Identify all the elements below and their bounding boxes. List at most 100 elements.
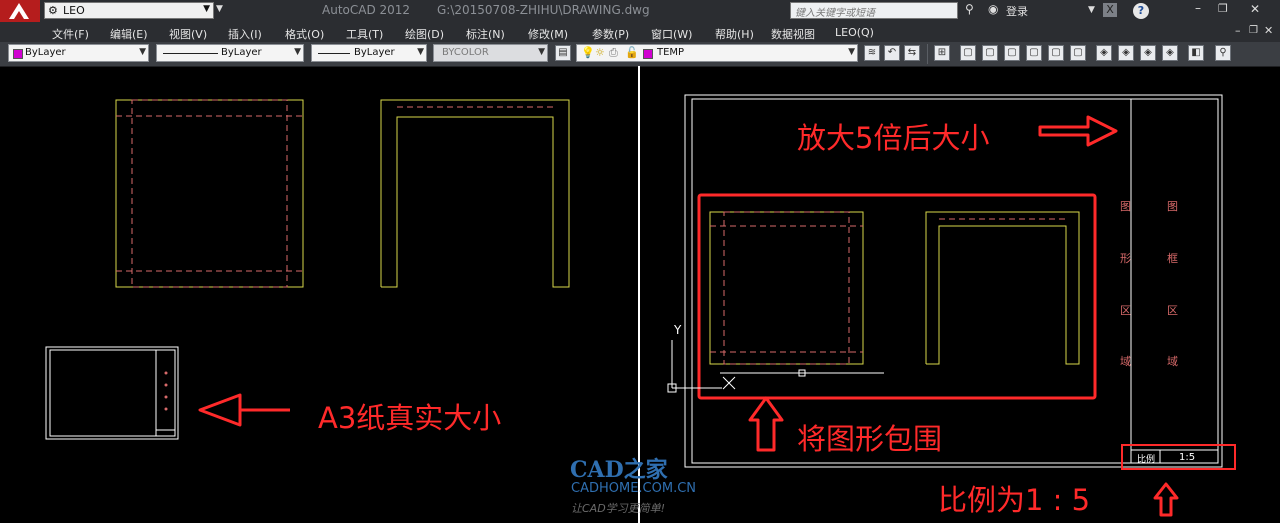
iso-se-icon[interactable]: ◈ <box>1118 45 1134 61</box>
chevron-down-icon: ▼ <box>848 47 855 57</box>
doc-restore-icon[interactable]: ❐ <box>1249 25 1258 36</box>
view-left-icon[interactable]: ▢ <box>1004 45 1020 61</box>
ucs-icon <box>667 340 722 393</box>
titleblock-col1-0: 图 <box>1120 200 1131 213</box>
menu-item-modify[interactable]: 修改(M) <box>528 26 568 42</box>
titleblock-col2-1: 框 <box>1167 252 1178 265</box>
view-back-icon[interactable]: ▢ <box>1070 45 1086 61</box>
chevron-down-icon: ▼ <box>294 47 301 57</box>
sun-icon: ☼ <box>595 46 605 59</box>
lock-icon: 🔓 <box>625 46 639 59</box>
doc-close-icon[interactable]: ✕ <box>1264 24 1273 37</box>
lineweight-sample <box>318 53 350 54</box>
named-views-icon[interactable]: ⊞ <box>934 45 950 61</box>
scale-value: 1:5 <box>1179 452 1196 463</box>
linetype-value: ByLayer <box>221 47 262 58</box>
titleblock-col1-2: 区 <box>1120 304 1131 317</box>
menu-item-format[interactable]: 格式(O) <box>285 26 324 42</box>
app-menu-button[interactable] <box>0 0 40 22</box>
lineweight-value: ByLayer <box>354 47 395 58</box>
ucs-y-label: Y <box>674 323 682 337</box>
color-value: ByLayer <box>25 47 66 58</box>
iso-sw-icon[interactable]: ◈ <box>1096 45 1112 61</box>
layer-manager-icon[interactable]: ▤ <box>555 45 571 61</box>
search-input[interactable]: 键入关键字或短语 <box>790 2 958 19</box>
scaled-square-shape <box>709 211 864 365</box>
color-swatch <box>13 49 23 59</box>
title-bar: ⚙ LEO ▼ ▼ AutoCAD 2012 G:\20150708-ZHIHU… <box>0 0 1280 22</box>
menu-item-edit[interactable]: 编辑(E) <box>110 26 148 42</box>
autocad-logo-icon <box>9 3 29 19</box>
watermark-slogan: 让CAD学习更简单! <box>571 502 666 515</box>
chevron-down-icon: ▼ <box>203 4 210 14</box>
zoom-icon[interactable]: ⚲ <box>1215 45 1231 61</box>
watermark-url: CADHOME.COM.CN <box>571 481 697 496</box>
menu-item-leo[interactable]: LEO(Q) <box>835 26 874 39</box>
make-current-layer-icon[interactable]: ≋ <box>864 45 880 61</box>
label-enclose: 将图形包围 <box>797 422 943 456</box>
plotstyle-combo[interactable]: BYCOLOR ▼ <box>433 44 548 62</box>
label-ratio: 比例为1 : 5 <box>938 483 1091 517</box>
workspace-label: LEO <box>63 4 85 17</box>
layer-previous-icon[interactable]: ↶ <box>884 45 900 61</box>
arrow-left-a3 <box>198 393 290 427</box>
layer-color-swatch <box>643 49 653 59</box>
scaled-u-shape <box>925 211 1080 365</box>
linetype-combo[interactable]: ByLayer ▼ <box>156 44 304 62</box>
menu-item-tools[interactable]: 工具(T) <box>346 26 383 42</box>
titleblock-col2-3: 域 <box>1167 355 1178 368</box>
menu-item-params[interactable]: 参数(P) <box>592 26 629 42</box>
arrow-up-ratio <box>1153 482 1179 517</box>
menu-item-file[interactable]: 文件(F) <box>52 26 89 42</box>
view-front-icon[interactable]: ▢ <box>1048 45 1064 61</box>
scale-label: 比例 <box>1137 455 1156 465</box>
label-enlarge: 放大5倍后大小 <box>797 121 990 155</box>
view-top-icon[interactable]: ▢ <box>960 45 976 61</box>
qat-dropdown-icon[interactable]: ▼ <box>216 4 223 14</box>
gear-icon: ⚙ <box>48 4 58 17</box>
exchange-icon[interactable]: X <box>1103 3 1117 17</box>
view-right-icon[interactable]: ▢ <box>1026 45 1042 61</box>
watermark-logo: CAD之家 <box>570 457 668 483</box>
menu-item-dataview[interactable]: 数据视图 <box>771 26 815 42</box>
arrow-right-enlarge <box>1038 115 1118 147</box>
menu-item-window[interactable]: 窗口(W) <box>651 26 692 42</box>
user-icon[interactable]: ◉ <box>988 2 998 16</box>
layer-value: TEMP <box>657 47 685 58</box>
doc-minimize-icon[interactable]: – <box>1235 24 1241 37</box>
menu-item-insert[interactable]: 插入(I) <box>228 26 262 42</box>
menu-item-dimension[interactable]: 标注(N) <box>466 26 505 42</box>
color-combo[interactable]: ByLayer ▼ <box>8 44 149 62</box>
lightbulb-icon: 💡 <box>581 46 595 59</box>
iso-ne-icon[interactable]: ◈ <box>1140 45 1156 61</box>
toolbar-separator <box>927 44 928 64</box>
iso-nw-icon[interactable]: ◈ <box>1162 45 1178 61</box>
model-u-shape <box>380 99 570 288</box>
workspace-combo[interactable]: ⚙ LEO ▼ <box>44 2 214 19</box>
minimize-icon[interactable]: – <box>1195 1 1201 15</box>
file-path: G:\20150708-ZHIHU\DRAWING.dwg <box>437 3 650 17</box>
camera-icon[interactable]: ◧ <box>1188 45 1204 61</box>
binoculars-icon[interactable]: ⚲ <box>965 2 974 16</box>
layer-combo[interactable]: 💡 ☼ ⎙ 🔓 TEMP ▼ <box>576 44 858 62</box>
restore-icon[interactable]: ❐ <box>1218 2 1228 15</box>
login-label[interactable]: 登录 <box>1006 3 1028 19</box>
layer-print-icon: ⎙ <box>609 46 618 59</box>
titleblock-col1-1: 形 <box>1120 252 1131 265</box>
help-button[interactable]: ? <box>1133 3 1149 19</box>
linetype-sample <box>163 53 218 54</box>
lineweight-combo[interactable]: ByLayer ▼ <box>311 44 427 62</box>
menu-item-view[interactable]: 视图(V) <box>169 26 207 42</box>
view-bottom-icon[interactable]: ▢ <box>982 45 998 61</box>
close-icon[interactable]: ✕ <box>1250 2 1260 16</box>
titleblock-col2-2: 区 <box>1167 304 1178 317</box>
menu-item-draw[interactable]: 绘图(D) <box>405 26 444 42</box>
app-title: AutoCAD 2012 <box>322 3 411 17</box>
titleblock-col1-3: 域 <box>1120 355 1131 368</box>
menu-item-help[interactable]: 帮助(H) <box>715 26 754 42</box>
login-dropdown-icon[interactable]: ▼ <box>1088 5 1095 15</box>
chevron-down-icon: ▼ <box>538 47 545 57</box>
plotstyle-value: BYCOLOR <box>442 47 489 58</box>
titleblock-col2-0: 图 <box>1167 200 1178 213</box>
layer-state-icon[interactable]: ⇆ <box>904 45 920 61</box>
